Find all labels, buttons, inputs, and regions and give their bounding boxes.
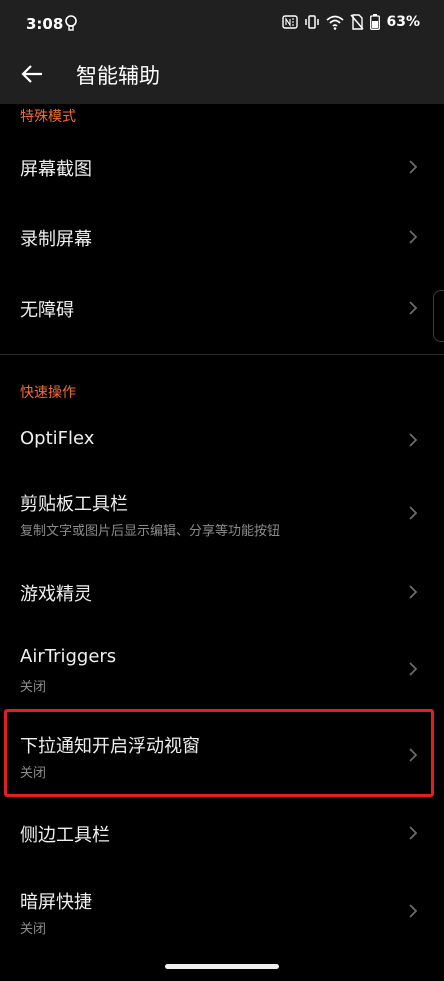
list-item-title: 侧边工具栏: [20, 825, 110, 846]
list-item-game-genie[interactable]: 游戏精灵: [0, 558, 444, 626]
chevron-right-icon: [408, 229, 418, 245]
section-divider: [0, 354, 444, 355]
list-item-subtitle: 关闭: [20, 766, 47, 781]
status-bar: 3:08 63%: [0, 0, 444, 50]
list-item-airtriggers[interactable]: AirTriggers 关闭: [0, 626, 444, 710]
section-header-quick-actions: 快速操作: [20, 385, 76, 401]
vibrate-icon: [304, 15, 320, 29]
list-item-title: 下拉通知开启浮动视窗: [20, 736, 200, 757]
list-item-title: 剪贴板工具栏: [20, 494, 128, 515]
list-item-side-toolbar[interactable]: 侧边工具栏: [0, 798, 444, 868]
list-item-subtitle: 关闭: [20, 922, 47, 937]
list-item-title: 录制屏幕: [20, 229, 92, 250]
lightbulb-icon: [64, 15, 78, 33]
chevron-right-icon: [408, 159, 418, 175]
chevron-right-icon: [408, 903, 418, 919]
app-bar: 智能辅助: [0, 50, 444, 104]
nfc-icon: [282, 15, 299, 29]
list-item-title: OptiFlex: [20, 428, 95, 449]
wifi-icon: [326, 15, 345, 30]
section-header-special-mode: 特殊模式: [20, 109, 76, 125]
chevron-right-icon: [408, 661, 418, 677]
list-item-accessibility[interactable]: 无障碍: [0, 272, 444, 344]
list-item-title: AirTriggers: [20, 646, 117, 667]
gesture-nav-handle[interactable]: [165, 964, 279, 969]
chevron-right-icon: [408, 432, 418, 448]
list-item-title: 暗屏快捷: [20, 892, 92, 913]
screen: 3:08 63% 智能辅助 特殊模式 屏幕截图 录制屏幕 无障碍 快速操作 Op…: [0, 0, 444, 981]
list-item-subtitle: 关闭: [20, 680, 47, 695]
battery-percentage: 63%: [386, 14, 420, 30]
page-title: 智能辅助: [76, 64, 160, 88]
list-item-floating-window-from-notification[interactable]: 下拉通知开启浮动视窗 关闭: [0, 710, 444, 798]
status-icons: 63%: [282, 14, 420, 30]
list-item-screen-recording[interactable]: 录制屏幕: [0, 202, 444, 272]
list-item-title: 屏幕截图: [20, 159, 92, 180]
chevron-right-icon: [408, 747, 418, 763]
list-item-title: 游戏精灵: [20, 584, 92, 605]
chevron-right-icon: [408, 825, 418, 841]
list-item-screen-off-gesture[interactable]: 暗屏快捷 关闭: [0, 868, 444, 954]
list-item-title: 无障碍: [20, 300, 74, 321]
no-sim-icon: [350, 14, 365, 30]
arrow-left-icon: [21, 64, 43, 88]
edge-panel-handle[interactable]: [433, 290, 444, 342]
chevron-right-icon: [408, 300, 418, 316]
chevron-right-icon: [408, 584, 418, 600]
list-item-screenshot[interactable]: 屏幕截图: [0, 132, 444, 202]
list-item-subtitle: 复制文字或图片后显示编辑、分享等功能按钮: [20, 524, 281, 539]
back-button[interactable]: [14, 58, 50, 94]
list-item-optiflex[interactable]: OptiFlex: [0, 406, 444, 472]
status-time: 3:08: [26, 15, 64, 33]
battery-icon: [370, 14, 381, 30]
chevron-right-icon: [408, 505, 418, 521]
list-item-clipboard-toolbar[interactable]: 剪贴板工具栏 复制文字或图片后显示编辑、分享等功能按钮: [0, 472, 444, 558]
